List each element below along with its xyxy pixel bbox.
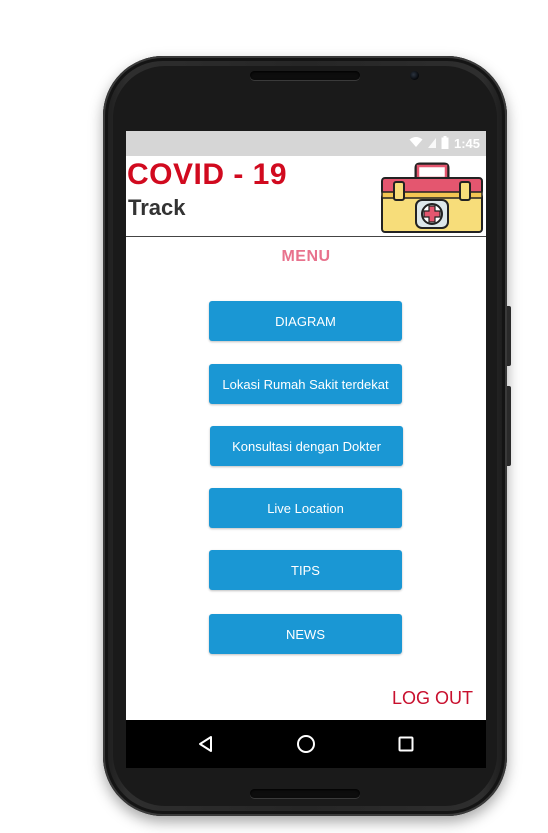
home-icon[interactable] [294, 732, 318, 756]
recents-icon[interactable] [394, 732, 418, 756]
bottom-speaker [250, 789, 360, 798]
front-camera [410, 71, 419, 80]
app-header: COVID - 19 Track [126, 156, 486, 237]
volume-button [507, 386, 511, 466]
logout-link[interactable]: LOG OUT [392, 688, 473, 709]
wifi-icon [409, 136, 423, 151]
power-button [507, 306, 511, 366]
news-button[interactable]: NEWS [209, 614, 402, 654]
device-frame-stage: 1:45 COVID - 19 Track MENU DIAGRAM Lokas… [0, 0, 548, 833]
back-icon[interactable] [194, 732, 218, 756]
status-icons: 1:45 [409, 135, 480, 152]
first-aid-kit-icon [380, 162, 484, 234]
earpiece-speaker [250, 71, 360, 80]
status-bar: 1:45 [126, 131, 486, 156]
status-time: 1:45 [453, 136, 480, 151]
app-title: COVID - 19 [127, 158, 288, 191]
app-subtitle: Track [128, 195, 186, 220]
live-location-button[interactable]: Live Location [209, 488, 402, 528]
menu-title: MENU [281, 248, 331, 265]
system-navigation-bar [126, 720, 486, 768]
app-screen: 1:45 COVID - 19 Track MENU DIAGRAM Lokas… [126, 131, 486, 720]
doctor-consultation-button[interactable]: Konsultasi dengan Dokter [210, 426, 403, 466]
tips-button[interactable]: TIPS [209, 550, 402, 590]
diagram-button[interactable]: DIAGRAM [209, 301, 402, 341]
battery-icon [441, 135, 449, 152]
signal-icon [427, 136, 436, 151]
nearest-hospital-button[interactable]: Lokasi Rumah Sakit terdekat [209, 364, 402, 404]
